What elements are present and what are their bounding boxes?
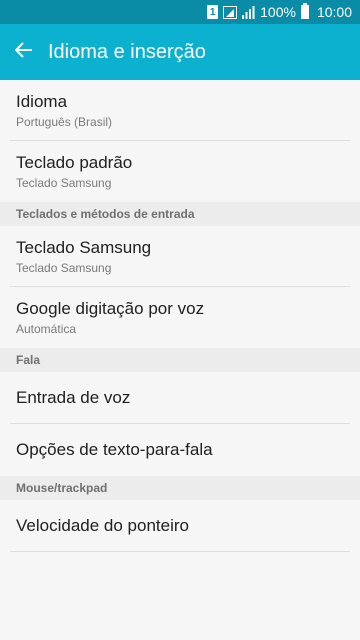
- section-header-mouse: Mouse/trackpad: [0, 476, 360, 500]
- signal-icon-2: [242, 5, 255, 19]
- signal-icon-1: [223, 5, 238, 19]
- setting-subtitle: Português (Brasil): [16, 114, 113, 129]
- setting-subtitle: Teclado Samsung: [16, 176, 112, 190]
- page-title: Idioma e inserção: [48, 40, 206, 63]
- setting-title: Teclado padrão: [16, 153, 133, 172]
- clock: 10:00: [316, 4, 352, 20]
- setting-teclado-padrao[interactable]: Teclado padrão Teclado Samsung: [10, 141, 350, 202]
- arrow-back-icon: [14, 41, 33, 63]
- app-bar: Idioma e inserção: [0, 24, 360, 80]
- setting-teclado-samsung[interactable]: Teclado Samsung Teclado Samsung: [10, 226, 350, 287]
- setting-title: Teclado Samsung: [16, 237, 152, 257]
- setting-entrada-voz[interactable]: Entrada de voz: [10, 372, 350, 424]
- section-header-teclados: Teclados e métodos de entrada: [0, 202, 360, 226]
- setting-subtitle: Teclado Samsung: [16, 260, 112, 275]
- setting-idioma[interactable]: Idioma Português (Brasil): [10, 80, 350, 141]
- section-header-fala: Fala: [0, 348, 360, 372]
- setting-title: Velocidade do ponteiro: [16, 515, 189, 535]
- setting-title: Entrada de voz: [16, 387, 131, 407]
- setting-title: Google digitação por voz: [16, 299, 205, 318]
- setting-title: Idioma: [16, 91, 68, 111]
- setting-tts[interactable]: Opções de texto-para-fala: [10, 424, 350, 476]
- status-bar: 1 100% 10:00: [0, 0, 360, 24]
- sim-icon: 1: [207, 5, 219, 19]
- setting-subtitle: Automática: [16, 322, 77, 336]
- back-button[interactable]: [0, 24, 48, 80]
- setting-google-voz[interactable]: Google digitação por voz Automática: [10, 287, 350, 348]
- setting-title: Opções de texto-para-fala: [16, 440, 213, 459]
- battery-icon: [300, 3, 309, 19]
- setting-velocidade[interactable]: Velocidade do ponteiro: [10, 500, 350, 552]
- battery-percent: 100%: [260, 4, 296, 20]
- settings-list: Idioma Português (Brasil) Teclado padrão…: [0, 80, 360, 552]
